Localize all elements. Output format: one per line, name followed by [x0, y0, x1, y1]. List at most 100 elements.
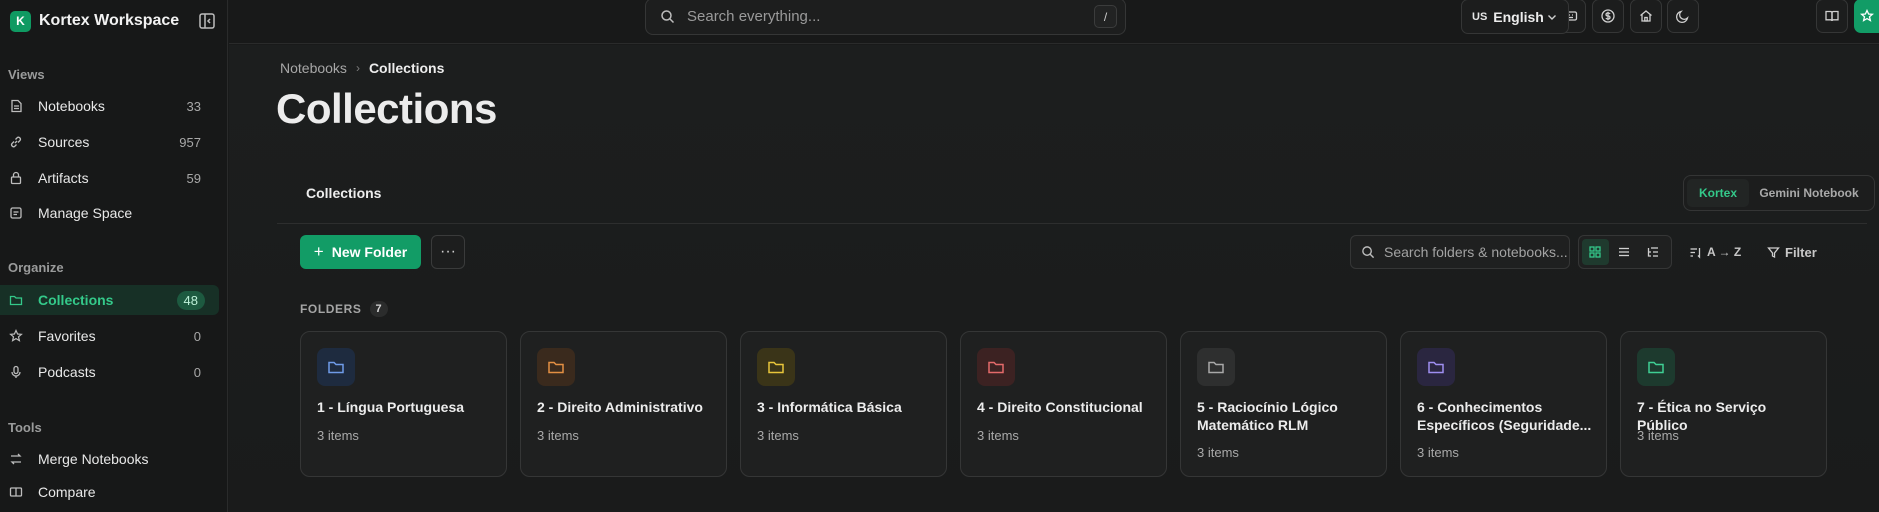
collections-subheader: Collections Kortex Gemini Notebook: [277, 175, 1875, 224]
global-search-placeholder: Search everything...: [687, 8, 821, 25]
folder-item-count: 3 items: [1197, 445, 1239, 460]
star-icon: [8, 328, 24, 344]
plus-icon: +: [313, 242, 324, 261]
lock-icon: [8, 170, 24, 186]
sidebar-item-count: 0: [193, 364, 201, 380]
view-mode-toggle: [1578, 235, 1672, 269]
filter-icon: [1767, 246, 1780, 258]
tree-icon: [1647, 247, 1658, 257]
breadcrumb-notebooks-link[interactable]: Notebooks: [280, 60, 347, 76]
sidebar-item-label: Compare: [38, 484, 96, 500]
brand[interactable]: K Kortex Workspace: [10, 10, 218, 32]
new-folder-button[interactable]: + New Folder: [300, 235, 421, 269]
folder-name: 4 - Direito Constitucional: [977, 399, 1143, 415]
list-view-button[interactable]: [1611, 239, 1638, 265]
sidebar-item-notebooks[interactable]: Notebooks 33: [0, 91, 219, 121]
page-title: Collections: [276, 85, 497, 132]
filter-button[interactable]: Filter: [1767, 235, 1817, 269]
chevron-down-icon: [1546, 11, 1558, 23]
sort-label: A → Z: [1707, 245, 1742, 259]
sidebar-item-label: Collections: [38, 292, 114, 308]
sort-icon: [1690, 247, 1701, 259]
folder-icon: [8, 292, 24, 308]
folder-item-count: 3 items: [757, 428, 799, 443]
currency-button[interactable]: [1592, 0, 1624, 33]
folder-icon: [757, 348, 795, 386]
microphone-icon: [8, 364, 24, 380]
sidebar-item-label: Podcasts: [38, 364, 96, 380]
folder-item-count: 3 items: [977, 428, 1019, 443]
home-icon: [1640, 10, 1652, 22]
sidebar-item-sources[interactable]: Sources 957: [0, 127, 219, 157]
folder-card[interactable]: 7 - Ética no Serviço Público 3 items: [1620, 331, 1827, 477]
subheader-title: Collections: [306, 185, 382, 201]
sidebar-item-favorites[interactable]: Favorites 0: [0, 321, 219, 351]
sidebar-item-label: Notebooks: [38, 98, 105, 114]
sidebar-item-label: Favorites: [38, 328, 96, 344]
folder-card[interactable]: 2 - Direito Administrativo 3 items: [520, 331, 727, 477]
breadcrumb-current: Collections: [368, 60, 445, 76]
folder-icon: [1417, 348, 1455, 386]
sidebar-item-collections[interactable]: Collections 48: [0, 285, 219, 315]
folder-icon: [537, 348, 575, 386]
folder-card[interactable]: 3 - Informática Básica 3 items: [740, 331, 947, 477]
sidebar-item-count: 33: [186, 98, 201, 114]
folder-icon: [977, 348, 1015, 386]
folders-section-label: FOLDERS 7: [300, 301, 388, 317]
new-folder-label: New Folder: [331, 244, 408, 260]
breadcrumb: Notebooks › Collections: [280, 60, 444, 76]
grid-view-button[interactable]: [1582, 239, 1609, 265]
search-icon: [1361, 245, 1375, 259]
sidebar-toggle-icon: [199, 13, 215, 29]
sidebar-item-count: 957: [179, 134, 201, 150]
source-segmented-control: Kortex Gemini Notebook: [1683, 175, 1875, 211]
sort-button[interactable]: A → Z: [1689, 235, 1741, 269]
brand-name: Kortex Workspace: [39, 12, 180, 29]
link-icon: [8, 134, 24, 150]
sidebar-item-manage-space[interactable]: Manage Space: [0, 198, 219, 228]
sidebar-item-artifacts[interactable]: Artifacts 59: [0, 163, 219, 193]
tree-view-button[interactable]: [1639, 239, 1666, 265]
folder-card[interactable]: 5 - Raciocínio Lógico Matemático RLM 3 i…: [1180, 331, 1387, 477]
language-select[interactable]: US English: [1461, 0, 1569, 34]
sidebar-item-podcasts[interactable]: Podcasts 0: [0, 357, 219, 387]
folders-count-badge: 7: [369, 301, 388, 317]
brand-logo: K: [10, 10, 31, 32]
list-icon: [1619, 247, 1629, 257]
folder-search-input[interactable]: Search folders & notebooks...: [1350, 235, 1570, 269]
sidebar-item-merge-notebooks[interactable]: Merge Notebooks: [0, 444, 219, 474]
folder-item-count: 3 items: [1417, 445, 1459, 460]
more-icon: ···: [440, 243, 456, 260]
home-button[interactable]: [1630, 0, 1662, 33]
folder-name: 5 - Raciocínio Lógico Matemático RLM: [1197, 399, 1338, 433]
top-bar: Search everything... / US English: [229, 0, 1879, 44]
favorite-action-button[interactable]: [1854, 0, 1879, 33]
folder-name: 1 - Língua Portuguesa: [317, 399, 465, 415]
folder-name: 6 - Conhecimentos Específicos (Seguridad…: [1417, 399, 1592, 433]
docs-button[interactable]: [1816, 0, 1848, 33]
sidebar: K Kortex Workspace Views Notebooks 33 So…: [0, 0, 228, 512]
folder-item-count: 3 items: [537, 428, 579, 443]
book-icon: [1825, 10, 1839, 22]
folder-card[interactable]: 1 - Língua Portuguesa 3 items: [300, 331, 507, 477]
section-label-organize: Organize: [8, 260, 64, 275]
tab-kortex[interactable]: Kortex: [1687, 179, 1749, 207]
sidebar-item-count: 59: [186, 170, 201, 186]
search-icon: [660, 9, 675, 24]
storage-icon: [8, 205, 24, 221]
main-content: Notebooks › Collections Collections Coll…: [229, 45, 1879, 512]
sidebar-collapse-button[interactable]: [196, 10, 218, 32]
sidebar-item-label: Manage Space: [38, 205, 133, 221]
folder-name: 3 - Informática Básica: [757, 399, 902, 415]
more-options-button[interactable]: ···: [431, 235, 465, 269]
sidebar-item-compare[interactable]: Compare: [0, 477, 219, 507]
folder-card[interactable]: 6 - Conhecimentos Específicos (Seguridad…: [1400, 331, 1607, 477]
folder-card[interactable]: 4 - Direito Constitucional 3 items: [960, 331, 1167, 477]
filter-label: Filter: [1785, 244, 1817, 260]
tab-gemini-notebook[interactable]: Gemini Notebook: [1749, 179, 1869, 207]
grid-icon: [1589, 246, 1601, 258]
theme-toggle-button[interactable]: [1667, 0, 1699, 33]
language-label: English: [1493, 8, 1544, 25]
global-search-input[interactable]: Search everything... /: [645, 0, 1126, 35]
folder-item-count: 3 items: [1637, 428, 1679, 443]
